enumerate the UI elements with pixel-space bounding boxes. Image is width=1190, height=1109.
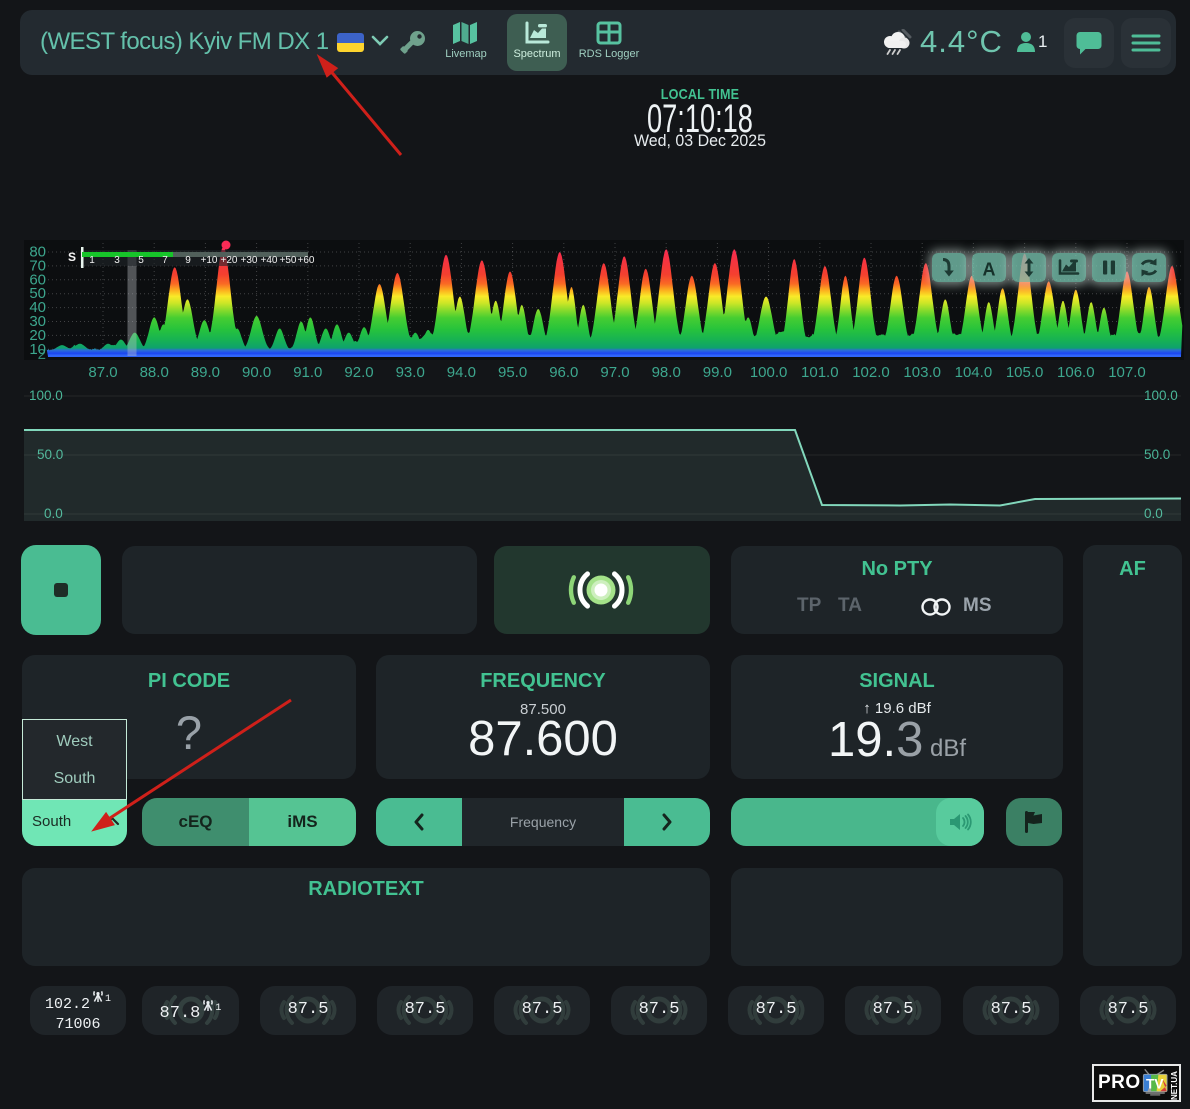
svg-text:1: 1 [89,255,95,266]
svg-text:7: 7 [162,255,168,266]
svg-text:106.0: 106.0 [1057,364,1095,381]
svg-text:+60: +60 [298,255,315,266]
svg-text:90.0: 90.0 [242,364,271,381]
svg-text:TV: TV [1146,1076,1163,1091]
svg-text:3: 3 [114,255,120,266]
svg-text:107.0: 107.0 [1108,364,1146,381]
svg-text:98.0: 98.0 [652,364,681,381]
svg-text:103.0: 103.0 [903,364,941,381]
svg-text:+50: +50 [280,255,297,266]
svg-text:A: A [983,260,996,280]
svg-text:105.0: 105.0 [1006,364,1044,381]
svg-text:2: 2 [38,346,46,363]
svg-text:9: 9 [185,255,191,266]
svg-text:93.0: 93.0 [396,364,425,381]
svg-text:+40: +40 [261,255,278,266]
svg-text:92.0: 92.0 [344,364,373,381]
svg-text:97.0: 97.0 [600,364,629,381]
svg-text:88.0: 88.0 [140,364,169,381]
svg-text:96.0: 96.0 [549,364,578,381]
svg-text:101.0: 101.0 [801,364,839,381]
svg-text:+10: +10 [201,255,218,266]
svg-text:+30: +30 [241,255,258,266]
svg-text:102.0: 102.0 [852,364,890,381]
svg-text:104.0: 104.0 [955,364,993,381]
svg-text:5: 5 [138,255,144,266]
svg-text:S: S [68,250,76,264]
svg-text:+20: +20 [221,255,238,266]
svg-text:100.0: 100.0 [750,364,788,381]
svg-text:99.0: 99.0 [703,364,732,381]
svg-text:95.0: 95.0 [498,364,527,381]
svg-text:89.0: 89.0 [191,364,220,381]
svg-text:91.0: 91.0 [293,364,322,381]
svg-text:87.0: 87.0 [88,364,117,381]
svg-text:94.0: 94.0 [447,364,476,381]
